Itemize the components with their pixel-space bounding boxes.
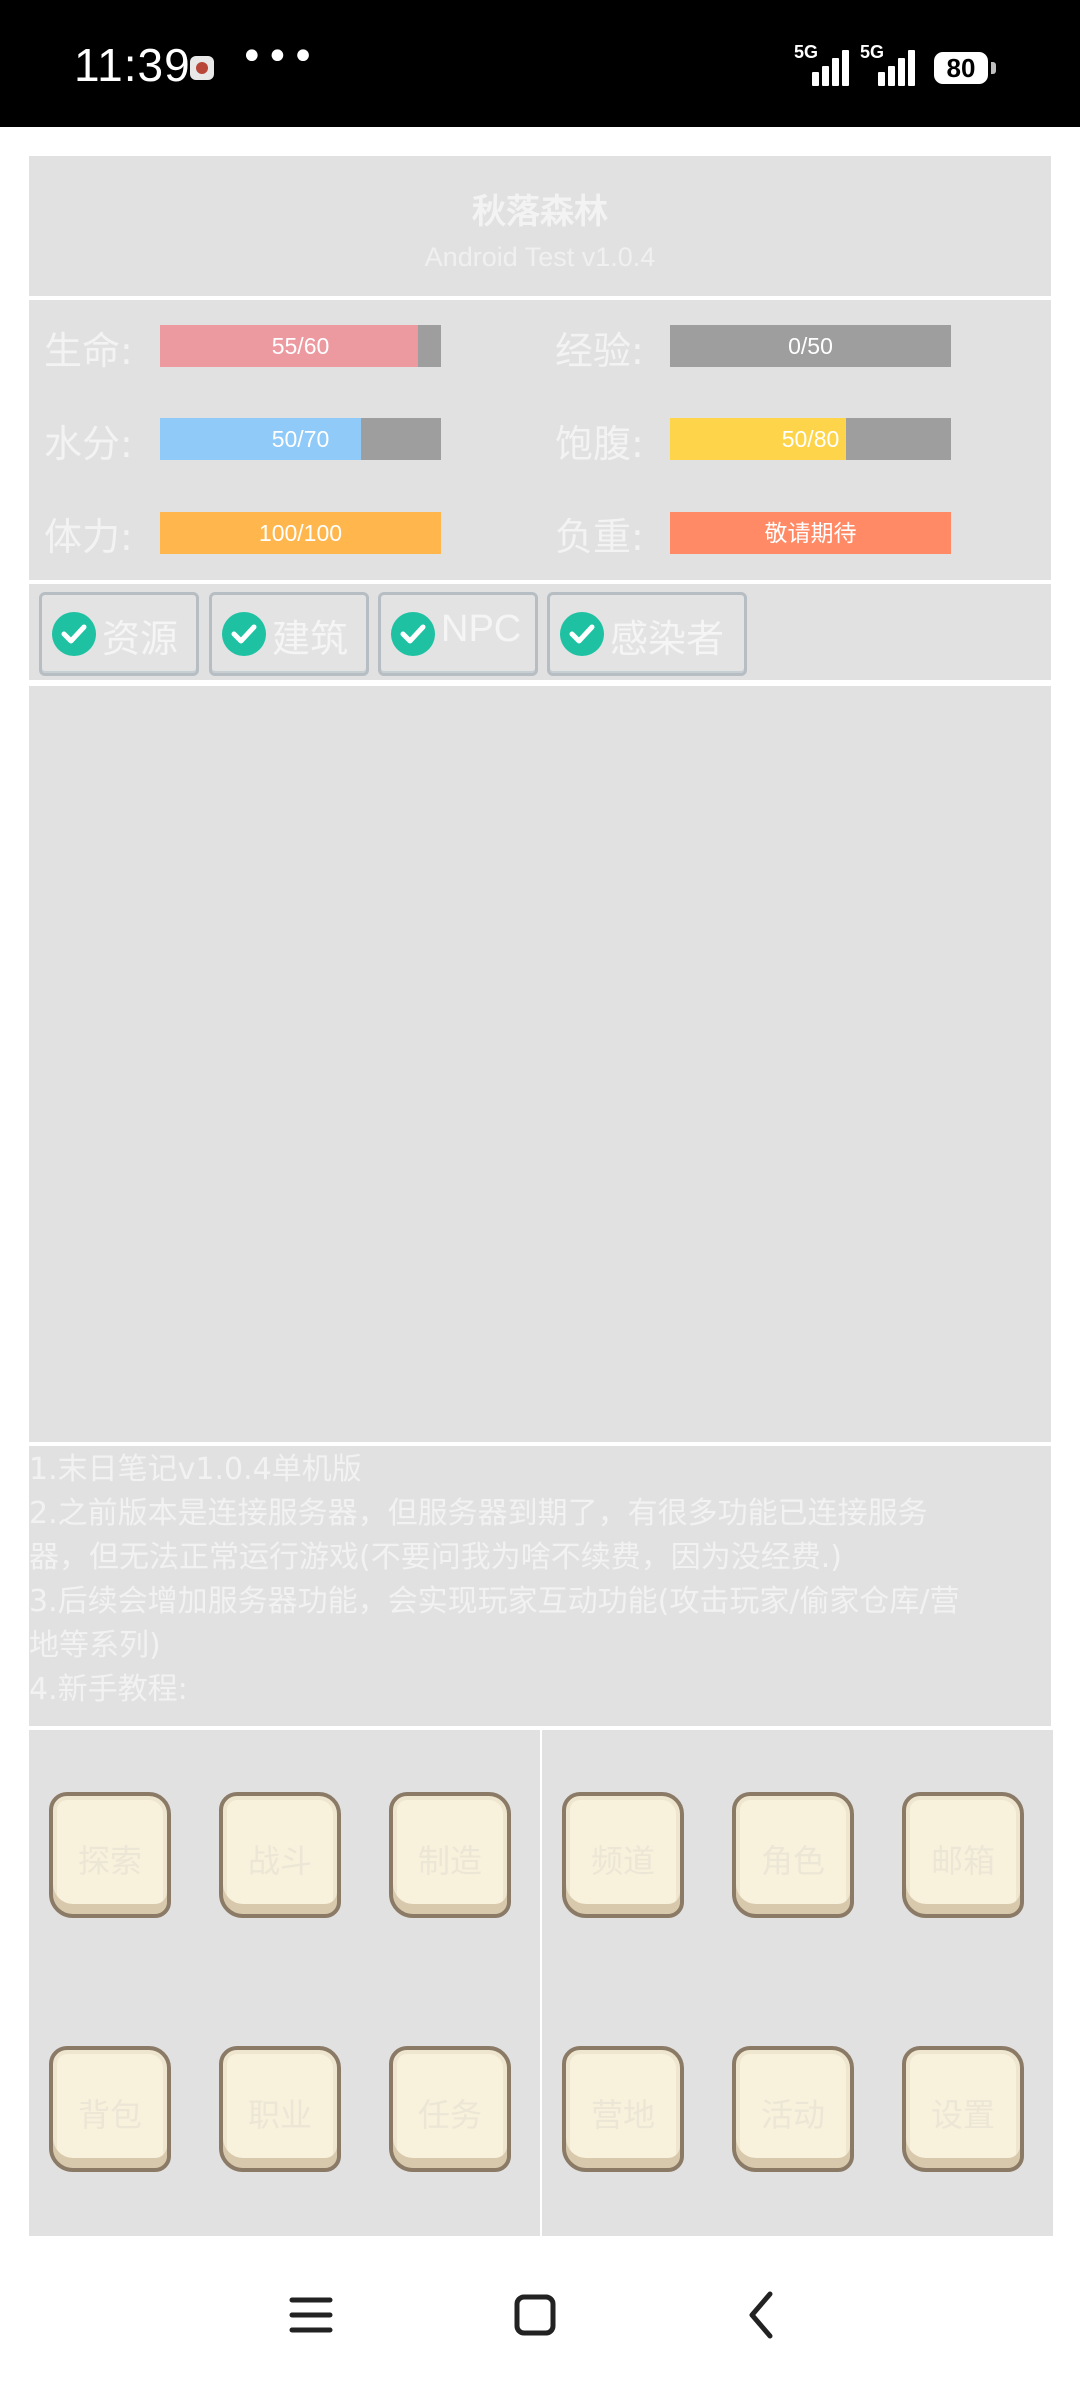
character-button[interactable]: 角色 (732, 1792, 854, 1918)
square-home-icon[interactable] (490, 2270, 580, 2360)
menu-icon[interactable] (266, 2270, 356, 2360)
signal-2-label: 5G (860, 42, 885, 62)
channel-label: 频道 (590, 1842, 655, 1880)
explore-label: 探索 (77, 1842, 142, 1880)
stat-label-stamina: 体力: (44, 515, 133, 559)
satiety-bar: 50/80 (670, 418, 951, 460)
backpack-label: 背包 (77, 2096, 142, 2134)
craft-label: 制造 (417, 1842, 482, 1880)
filter-label-resources: 资源 (102, 619, 179, 661)
game-version: Android Test v1.0.4 (424, 242, 656, 272)
game-title: 秋落森林 (472, 192, 608, 232)
mailbox-label: 邮箱 (930, 1842, 995, 1880)
craft-button[interactable]: 制造 (389, 1792, 511, 1918)
stamina-bar: 100/100 (160, 512, 441, 554)
settings-button[interactable]: 设置 (902, 2046, 1024, 2172)
action-panel-right: 频道 角色 邮箱 营地 活动 设置 (542, 1730, 1053, 2236)
filter-chip-npc[interactable]: NPC (378, 592, 538, 676)
mailbox-button[interactable]: 邮箱 (902, 1792, 1024, 1918)
stat-label-load: 负重: (555, 515, 644, 559)
battle-button[interactable]: 战斗 (219, 1792, 341, 1918)
explore-button[interactable]: 探索 (49, 1792, 171, 1918)
filter-chip-infected[interactable]: 感染者 (547, 592, 747, 676)
notification-app-icon (190, 56, 214, 80)
stat-label-water: 水分: (44, 422, 133, 466)
signal-2-icon: 5G (860, 42, 920, 86)
stat-label-satiety: 饱腹: (555, 422, 644, 466)
quest-label: 任务 (417, 2096, 482, 2134)
more-notifications-icon: ••• (240, 34, 317, 80)
filter-chip-buildings[interactable]: 建筑 (209, 592, 369, 676)
log-line: 地等系列) (29, 1628, 161, 1663)
stat-label-exp: 经验: (555, 329, 644, 373)
message-log[interactable]: 1.末日笔记v1.0.4单机版 2.之前版本是连接服务器，但服务器到期了，有很多… (29, 1446, 1051, 1726)
exp-value: 0/50 (788, 333, 833, 359)
camp-label: 营地 (590, 2096, 655, 2134)
events-button[interactable]: 活动 (732, 2046, 854, 2172)
satiety-value: 50/80 (781, 426, 840, 452)
water-bar: 50/70 (160, 418, 441, 460)
stat-label-health: 生命: (44, 329, 133, 373)
map-area[interactable] (29, 686, 1051, 1442)
system-nav-bar (0, 2240, 1080, 2400)
signal-1-label: 5G (794, 42, 819, 62)
events-label: 活动 (760, 2096, 825, 2134)
filter-label-buildings: 建筑 (272, 619, 349, 661)
check-icon (222, 612, 266, 656)
health-value: 55/60 (271, 333, 330, 359)
check-icon (560, 612, 604, 656)
status-bar: 11:39 ••• 5G 5G 80 (0, 0, 1080, 127)
log-line: 2.之前版本是连接服务器，但服务器到期了，有很多功能已连接服务 (29, 1496, 928, 1531)
signal-1-icon: 5G (794, 42, 854, 86)
profession-button[interactable]: 职业 (219, 2046, 341, 2172)
log-line: 1.末日笔记v1.0.4单机版 (29, 1452, 362, 1487)
battery-icon: 80 (934, 52, 996, 84)
settings-label: 设置 (930, 2096, 995, 2134)
title-panel: 秋落森林 Android Test v1.0.4 (29, 156, 1051, 296)
log-line: 3.后续会增加服务器功能，会实现玩家互动功能(攻击玩家/偷家仓库/营 (29, 1584, 960, 1619)
stats-panel: 生命: 55/60 经验: 0/50 水分: 50/70 饱腹: 50/80 体… (29, 300, 1051, 580)
action-panel-left: 探索 战斗 制造 背包 职业 任务 (29, 1730, 540, 2236)
exp-bar: 0/50 (670, 325, 951, 367)
filter-chip-resources[interactable]: 资源 (39, 592, 199, 676)
battle-label: 战斗 (247, 1842, 312, 1880)
status-time: 11:39 (74, 39, 191, 91)
filter-panel: 资源 建筑 NPC 感染者 (29, 584, 1051, 680)
stamina-value: 100/100 (258, 520, 343, 546)
quest-button[interactable]: 任务 (389, 2046, 511, 2172)
load-value: 敬请期待 (764, 520, 857, 546)
chevron-back-icon[interactable] (716, 2270, 806, 2360)
check-icon (52, 612, 96, 656)
filter-label-infected: 感染者 (610, 619, 725, 661)
check-icon (391, 612, 435, 656)
character-label: 角色 (760, 1842, 825, 1880)
log-line: 器，但无法正常运行游戏(不要问我为啥不续费，因为没经费.) (29, 1540, 842, 1575)
channel-button[interactable]: 频道 (562, 1792, 684, 1918)
profession-label: 职业 (247, 2096, 312, 2134)
water-value: 50/70 (271, 426, 330, 452)
filter-label-npc: NPC (441, 608, 522, 650)
backpack-button[interactable]: 背包 (49, 2046, 171, 2172)
camp-button[interactable]: 营地 (562, 2046, 684, 2172)
load-bar: 敬请期待 (670, 512, 951, 554)
log-line: 4.新手教程: (29, 1672, 188, 1707)
health-bar: 55/60 (160, 325, 441, 367)
